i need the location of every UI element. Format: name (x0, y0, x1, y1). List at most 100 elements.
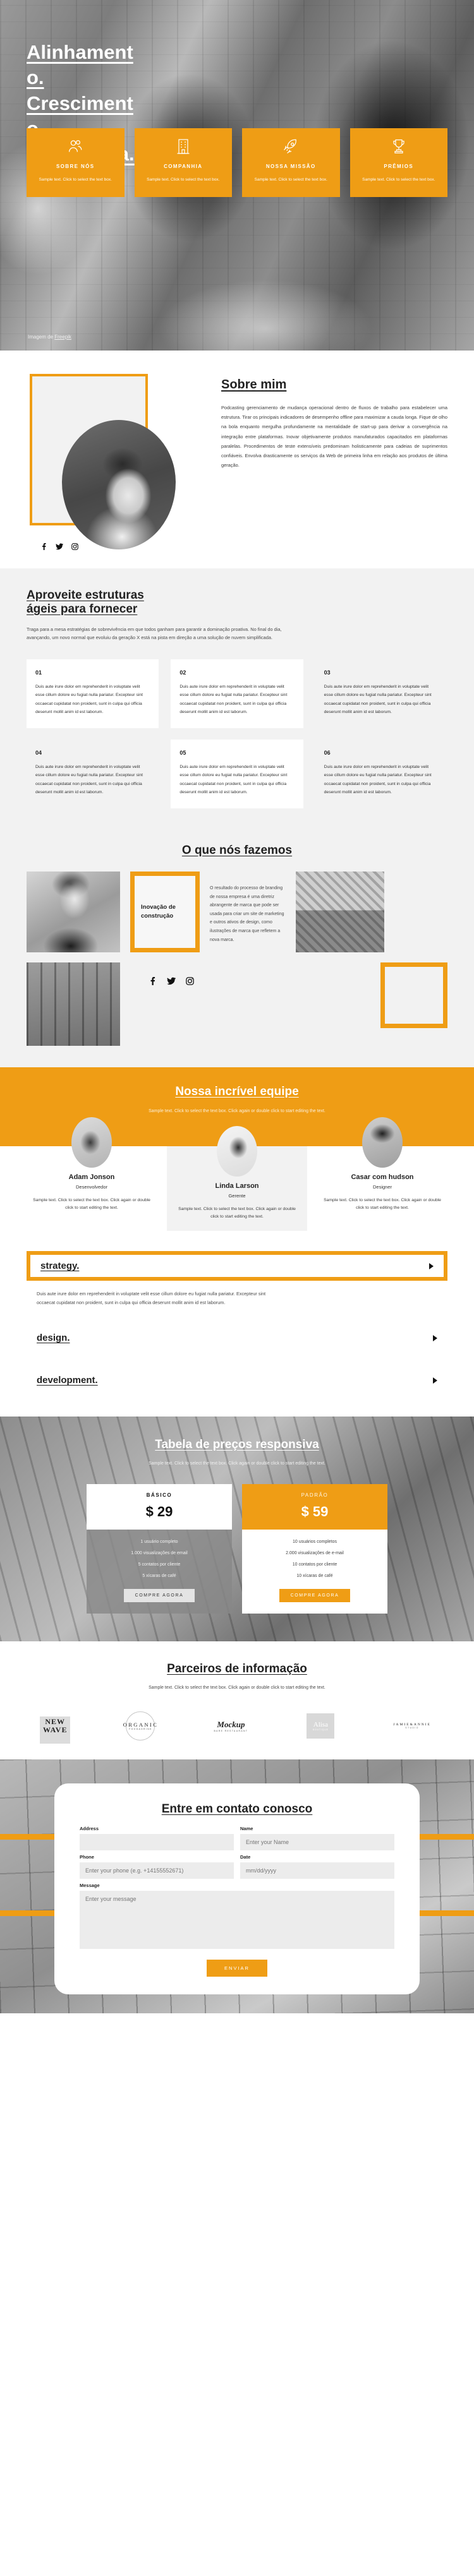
date-input[interactable] (240, 1862, 394, 1879)
accordion-body-strategy: Duis aute irure dolor em reprehenderit i… (37, 1291, 266, 1306)
team-members-row: Adam Jonson Desenvolvedor Sample text. C… (27, 1117, 447, 1231)
team-heading: Nossa incrível equipe (175, 1084, 299, 1098)
plan-header: PADRÃO $ 59 (242, 1484, 387, 1530)
feature-card-title: PRÊMIOS (384, 164, 414, 169)
accordion-item-design[interactable]: design. (27, 1324, 447, 1352)
pricing-subtitle: Sample text. Click to select the text bo… (149, 1461, 325, 1466)
users-icon (34, 137, 117, 156)
twitter-icon[interactable] (56, 543, 63, 550)
partners-subtitle: Sample text. Click to select the text bo… (149, 1685, 325, 1690)
plan-name: PADRÃO (301, 1492, 329, 1499)
plan-body: 1 usuário completo 1.000 visualizações d… (87, 1530, 232, 1614)
feature-card-title: NOSSA MISSÃO (265, 164, 316, 169)
trophy-icon (358, 137, 441, 156)
chevron-right-icon[interactable] (429, 1262, 434, 1269)
accordion-title: design. (37, 1333, 70, 1344)
image-credit-link[interactable]: Freepik (54, 334, 71, 340)
avatar (71, 1117, 112, 1168)
message-textarea[interactable] (80, 1891, 394, 1950)
accordion-item-strategy[interactable]: strategy. (27, 1251, 447, 1281)
about-portrait-image (62, 420, 176, 549)
feature-card-text: Sample text. Click to select the text bo… (39, 177, 112, 182)
team-member-role: Gerente (228, 1192, 246, 1199)
pricing-plans: BÁSICO $ 29 1 usuário completo 1.000 vis… (27, 1484, 447, 1614)
plan-feature: 10 usuários completos (292, 1540, 337, 1545)
partner-logo-line-1: JAMIE&ANNIE (393, 1722, 431, 1727)
pricing-heading: Tabela de preços responsiva (155, 1437, 319, 1451)
team-member-description: Sample text. Click to select the text bo… (324, 1197, 441, 1210)
what-we-do-highlight-box: Inovação de construção (130, 871, 200, 952)
facebook-icon[interactable] (149, 976, 157, 988)
partner-logo-mockup: Mockup BARE RESTAURANT (214, 1720, 248, 1732)
team-member-description: Sample text. Click to select the text bo… (33, 1197, 150, 1210)
item-number: 06 (324, 750, 331, 757)
name-field-group: Name (240, 1826, 394, 1851)
plan-price: $ 59 (301, 1504, 329, 1520)
plan-feature: 5 xícaras de café (142, 1574, 176, 1579)
twitter-icon[interactable] (167, 977, 176, 988)
name-input[interactable] (240, 1834, 394, 1851)
pricing-plan-basico: BÁSICO $ 29 1 usuário completo 1.000 vis… (87, 1484, 232, 1614)
instagram-icon[interactable] (186, 977, 194, 988)
partners-section: Parceiros de informação Sample text. Cli… (0, 1641, 474, 1759)
address-field-group: Address (80, 1826, 234, 1851)
item-number: 03 (324, 669, 331, 676)
feature-card-premios[interactable]: PRÊMIOS Sample text. Click to select the… (349, 128, 447, 198)
feature-card-title: SOBRE NÓS (56, 164, 95, 169)
plan-feature: 5 contatos por cliente (138, 1562, 181, 1567)
plan-header: BÁSICO $ 29 (87, 1484, 232, 1530)
frameworks-heading: Aproveite estruturas ágeis para fornecer (27, 589, 235, 616)
item-text: Duis aute irure dolor em reprehenderit i… (324, 765, 432, 794)
team-member-name: Casar com hudson (351, 1173, 414, 1181)
frameworks-intro: Traga para a mesa estratégias de sobrevi… (27, 626, 282, 641)
partners-heading: Parceiros de informação (167, 1662, 307, 1676)
partner-logo-new-wave: NEW WAVE (39, 1716, 71, 1743)
partner-logo-organic: ORGANIC FOOD&DRINK (123, 1711, 157, 1740)
team-member-name: Adam Jonson (68, 1173, 115, 1181)
buy-now-button[interactable]: COMPRE AGORA (123, 1589, 195, 1603)
hero-title-line-1: Alinhament (27, 41, 133, 63)
plan-feature: 1.000 visualizações de email (131, 1551, 188, 1556)
about-content: Sobre mim Podcasting gerenciamento de mu… (221, 374, 447, 548)
what-we-do-frame-decoration (380, 962, 447, 1028)
plan-price: $ 29 (145, 1504, 173, 1520)
accordion-section: strategy. Duis aute irure dolor em repre… (0, 1247, 474, 1417)
plan-body: 10 usuários completos 2.000 visualizaçõe… (242, 1530, 387, 1614)
submit-row: ENVIAR (80, 1960, 394, 1977)
frameworks-section: Aproveite estruturas ágeis para fornecer… (0, 568, 474, 832)
feature-card-sobre-nos[interactable]: SOBRE NÓS Sample text. Click to select t… (27, 128, 125, 198)
facebook-icon[interactable] (40, 543, 47, 550)
feature-card-companhia[interactable]: COMPANHIA Sample text. Click to select t… (134, 128, 232, 198)
about-section: Sobre mim Podcasting gerenciamento de mu… (0, 350, 474, 568)
chevron-right-icon[interactable] (433, 1334, 437, 1341)
feature-card-title: COMPANHIA (164, 164, 203, 169)
about-social-links (40, 543, 78, 550)
building-icon (142, 137, 225, 156)
send-button[interactable]: ENVIAR (207, 1960, 267, 1977)
partner-logo-line-2: BARE RESTAURANT (214, 1729, 248, 1732)
partner-logo-line-1: ORGANIC (123, 1721, 159, 1728)
framework-item-02: 02 Duis aute irure dolor em reprehenderi… (171, 659, 303, 729)
hero-section: Alinhament o. Cresciment o. Relevância. … (0, 0, 474, 350)
team-member-role: Designer (372, 1183, 392, 1190)
feature-card-nossa-missao[interactable]: NOSSA MISSÃO Sample text. Click to selec… (242, 128, 340, 198)
phone-input[interactable] (80, 1862, 234, 1879)
what-we-do-image-3 (27, 962, 120, 1046)
buy-now-button[interactable]: COMPRE AGORA (279, 1589, 351, 1603)
pricing-plan-padrao: PADRÃO $ 59 10 usuários completos 2.000 … (242, 1484, 387, 1614)
what-we-do-section: O que nós fazemos Inovação de construção… (0, 831, 474, 1067)
what-we-do-heading: O que nós fazemos (181, 844, 293, 858)
address-input[interactable] (80, 1834, 234, 1851)
hero-title-line-3: Cresciment (27, 92, 133, 114)
image-credit-prefix: Imagem de (28, 334, 55, 340)
instagram-icon[interactable] (71, 543, 78, 550)
what-we-do-row-top: Inovação de construção O resultado do pr… (27, 871, 447, 952)
date-label: Date (240, 1854, 251, 1860)
team-member-description: Sample text. Click to select the text bo… (178, 1206, 296, 1219)
framework-item-06: 06 Duis aute irure dolor em reprehenderi… (315, 740, 447, 808)
what-we-do-social-links (130, 962, 212, 991)
what-we-do-box-title: Inovação de construção (141, 904, 176, 920)
accordion-item-development[interactable]: development. (27, 1366, 447, 1394)
chevron-right-icon[interactable] (433, 1377, 437, 1384)
avatar (217, 1125, 257, 1177)
